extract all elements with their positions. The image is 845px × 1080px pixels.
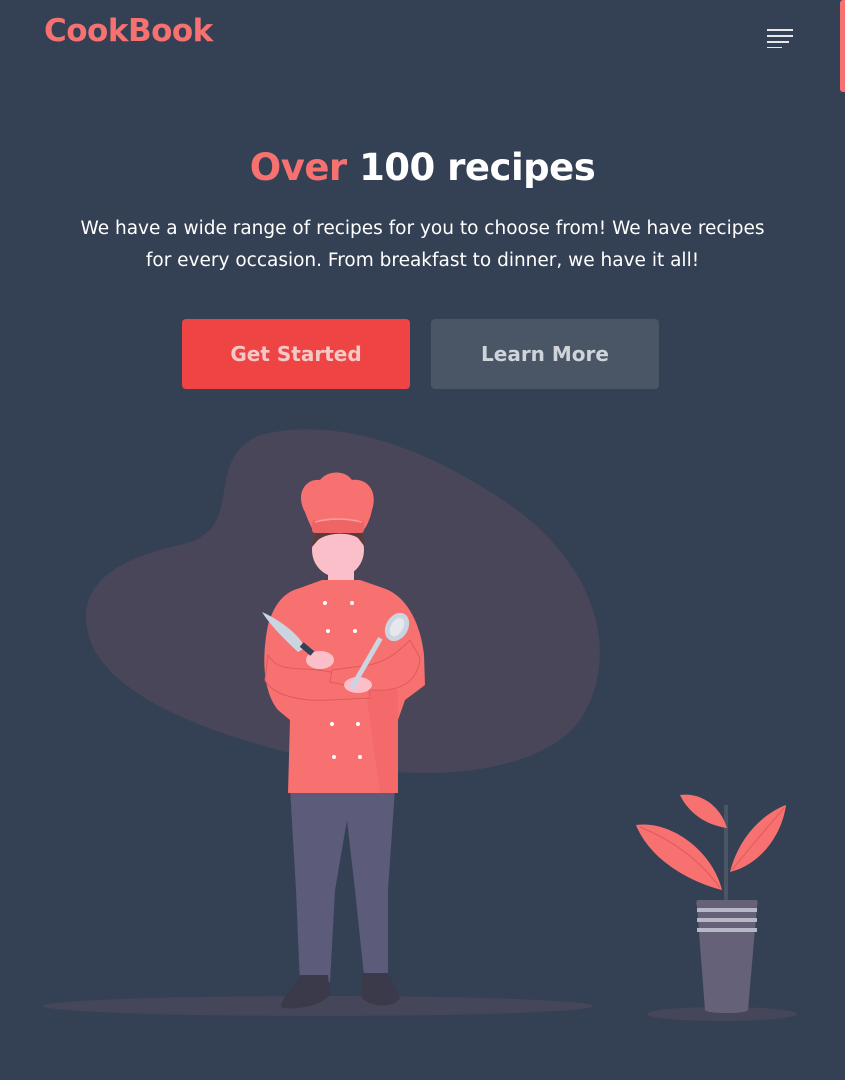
plant-leaf-left (636, 824, 722, 890)
chef-hat-band (312, 520, 364, 533)
pot-stripe-1 (697, 908, 757, 912)
plant-stem (724, 805, 728, 905)
hamburger-menu-icon (767, 29, 793, 48)
hero-title-accent: Over (249, 146, 347, 189)
chef-illustration (43, 429, 797, 1021)
pot-stripe-3 (697, 928, 757, 932)
plant-pot (696, 900, 758, 1013)
page: CookBook Over 100 recipes We have a wide… (0, 0, 845, 1080)
logo[interactable]: CookBook (44, 13, 213, 49)
get-started-button[interactable]: Get Started (182, 319, 410, 389)
hero-description: We have a wide range of recipes for you … (80, 218, 765, 271)
menu-button[interactable] (760, 22, 800, 54)
learn-more-button[interactable]: Learn More (431, 319, 659, 389)
hero-title-rest: 100 recipes (359, 146, 596, 189)
hero-title: Over 100 recipes (0, 146, 845, 189)
top-nav: CookBook (0, 0, 845, 80)
plant-leaf-top (680, 794, 727, 828)
pot-stripe-2 (697, 918, 757, 922)
chef-shoe-right (362, 973, 400, 1006)
chef-pants (290, 788, 395, 985)
